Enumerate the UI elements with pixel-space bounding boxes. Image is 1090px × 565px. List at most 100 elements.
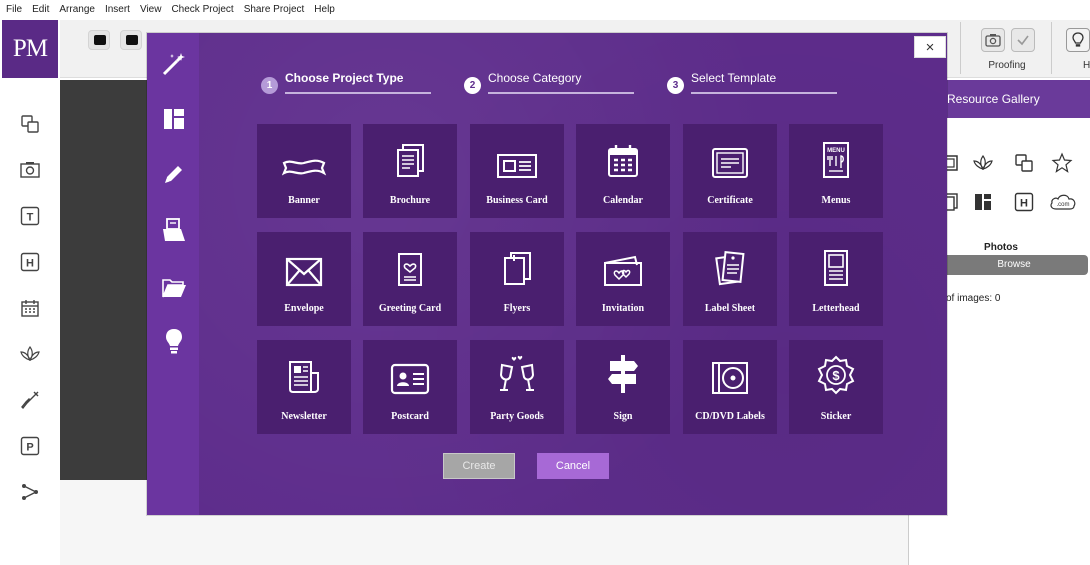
flyers-icon xyxy=(502,247,532,287)
star-icon[interactable] xyxy=(1050,151,1074,175)
lightbulb-icon[interactable] xyxy=(1066,28,1090,52)
tile-certificate[interactable]: Certificate xyxy=(683,124,777,218)
tile-sticker[interactable]: $ Sticker xyxy=(789,340,883,434)
step-choose-category[interactable]: 2 Choose Category xyxy=(464,71,634,95)
print-icon[interactable] xyxy=(160,216,188,244)
step-select-template[interactable]: 3 Select Template xyxy=(667,71,837,95)
dialog-side-nav xyxy=(147,33,199,515)
tile-sign[interactable]: Sign xyxy=(576,340,670,434)
photos-label: Photos xyxy=(984,242,1018,253)
tile-brochure[interactable]: Brochure xyxy=(363,124,457,218)
tile-greeting-card[interactable]: Greeting Card xyxy=(363,232,457,326)
tile-label: Envelope xyxy=(284,303,324,314)
tile-label: Calendar xyxy=(603,195,643,206)
tile-business-card[interactable]: Business Card xyxy=(470,124,564,218)
menu-view[interactable]: View xyxy=(140,4,162,15)
toolbar-button[interactable] xyxy=(120,30,142,50)
cd-dvd-icon xyxy=(711,355,749,395)
menu-insert[interactable]: Insert xyxy=(105,4,130,15)
calendar-icon xyxy=(606,139,640,179)
text-icon-glyph: T xyxy=(27,212,34,224)
sign-icon xyxy=(606,355,640,395)
text-icon[interactable]: T xyxy=(18,204,42,228)
tile-label: Label Sheet xyxy=(704,303,756,314)
step-number: 1 xyxy=(261,77,278,94)
step-underline xyxy=(488,92,634,94)
tile-label: Party Goods xyxy=(490,411,544,422)
close-dialog-button[interactable]: × xyxy=(914,36,946,58)
images-count: of images: 0 xyxy=(946,293,1001,304)
letterhead-icon xyxy=(822,247,850,287)
tile-label: Brochure xyxy=(389,195,431,206)
lightbulb-icon[interactable] xyxy=(160,327,188,355)
tile-invitation[interactable]: Invitation xyxy=(576,232,670,326)
share-icon[interactable] xyxy=(18,480,42,504)
label-sheet-icon xyxy=(714,247,746,287)
tile-newsletter[interactable]: Newsletter xyxy=(257,340,351,434)
tile-label: Certificate xyxy=(707,195,753,206)
menu-edit[interactable]: Edit xyxy=(32,4,49,15)
tile-postcard[interactable]: Postcard xyxy=(363,340,457,434)
heading-icon[interactable]: H xyxy=(1012,190,1036,214)
menu-share-project[interactable]: Share Project xyxy=(244,4,305,15)
menu-icon: MENU xyxy=(822,139,850,179)
tile-label-sheet[interactable]: Label Sheet xyxy=(683,232,777,326)
create-button[interactable]: Create xyxy=(443,453,515,479)
tile-flyers[interactable]: Flyers xyxy=(470,232,564,326)
cloud-icon-text: .com xyxy=(1056,202,1069,208)
step-choose-project-type[interactable]: 1 Choose Project Type xyxy=(261,71,431,95)
pencil-icon[interactable] xyxy=(160,160,188,188)
lotus-icon[interactable] xyxy=(18,342,42,366)
tile-label: Menus xyxy=(821,195,851,206)
toolbar-button[interactable] xyxy=(88,30,110,50)
newsletter-icon xyxy=(287,355,321,395)
shapes-icon[interactable] xyxy=(18,112,42,136)
photo-icon[interactable] xyxy=(18,158,42,182)
calendar-icon[interactable] xyxy=(18,296,42,320)
tile-menus[interactable]: MENU Menus xyxy=(789,124,883,218)
magic-wand-icon[interactable] xyxy=(160,50,188,78)
tile-envelope[interactable]: Envelope xyxy=(257,232,351,326)
gallery-heading-glyph: H xyxy=(1020,198,1028,210)
menu-help[interactable]: Help xyxy=(314,4,335,15)
cancel-button[interactable]: Cancel xyxy=(537,453,609,479)
tile-cd-dvd-labels[interactable]: CD/DVD Labels xyxy=(683,340,777,434)
tile-label: Sticker xyxy=(820,411,852,422)
camera-proof-icon[interactable] xyxy=(981,28,1005,52)
check-proof-icon[interactable] xyxy=(1011,28,1035,52)
tile-label: Letterhead xyxy=(812,303,860,314)
step-underline xyxy=(691,92,837,94)
layout-icon[interactable] xyxy=(971,190,995,214)
greeting-card-icon xyxy=(396,247,424,287)
proofing-group: Proofing xyxy=(960,22,1052,74)
help-label: H xyxy=(1083,60,1090,71)
tile-label: Business Card xyxy=(486,195,548,206)
heading-icon-glyph: H xyxy=(26,258,34,270)
heading-icon[interactable]: H xyxy=(18,250,42,274)
browse-button[interactable]: Browse xyxy=(940,255,1088,275)
menu-file[interactable]: File xyxy=(6,4,22,15)
brush-icon[interactable] xyxy=(18,388,42,412)
tile-label: Newsletter xyxy=(281,411,327,422)
menu-check-project[interactable]: Check Project xyxy=(171,4,233,15)
tile-party-goods[interactable]: Party Goods xyxy=(470,340,564,434)
shapes-icon[interactable] xyxy=(1012,151,1036,175)
tile-calendar[interactable]: Calendar xyxy=(576,124,670,218)
tile-label: Postcard xyxy=(391,411,429,422)
parking-icon-glyph: P xyxy=(26,442,33,454)
canvas-area xyxy=(60,80,150,480)
parking-icon[interactable]: P xyxy=(18,434,42,458)
sticker-icon: $ xyxy=(816,355,856,395)
cloud-icon[interactable]: .com xyxy=(1048,190,1078,214)
postcard-icon xyxy=(390,355,430,395)
tile-letterhead[interactable]: Letterhead xyxy=(789,232,883,326)
step-underline xyxy=(285,92,431,94)
proofing-label: Proofing xyxy=(988,60,1026,71)
tile-banner[interactable]: Banner xyxy=(257,124,351,218)
layout-icon[interactable] xyxy=(160,105,188,133)
folder-icon[interactable] xyxy=(160,273,188,301)
invitation-icon xyxy=(602,247,644,287)
lotus-icon[interactable] xyxy=(971,151,995,175)
banner-icon xyxy=(281,139,327,179)
menu-arrange[interactable]: Arrange xyxy=(59,4,95,15)
